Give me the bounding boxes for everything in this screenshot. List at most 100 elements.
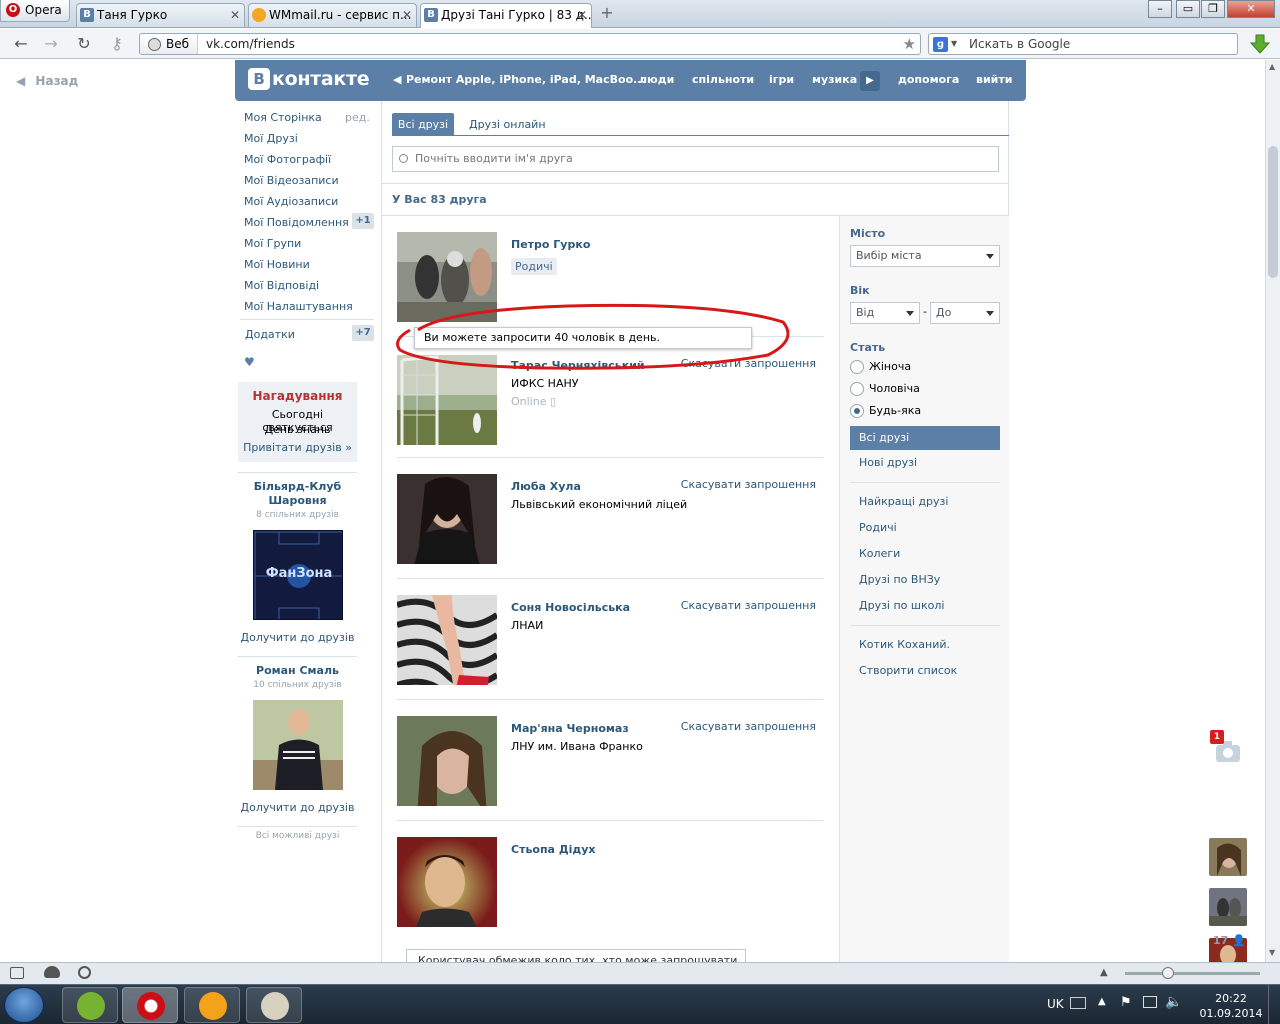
suggestion-photo[interactable]	[253, 700, 343, 790]
online-count[interactable]: 17 👤	[1213, 934, 1246, 947]
apps-badge[interactable]: +7	[352, 325, 374, 341]
network-icon[interactable]	[1143, 996, 1157, 1008]
reload-icon[interactable]: ↻	[73, 33, 95, 55]
relatives-tag[interactable]: Родичі	[511, 258, 557, 275]
tab-all-friends[interactable]: Всі друзі	[392, 113, 454, 136]
friend-name[interactable]: Мар'яна Черномаз	[511, 722, 629, 735]
cancel-request-link[interactable]: Скасувати запрошення	[681, 478, 816, 491]
list-new-friends[interactable]: Нові друзі	[859, 456, 917, 469]
left-menu-answers[interactable]: Мої Відповіді	[244, 279, 319, 292]
chat-contact-avatar[interactable]	[1209, 838, 1247, 876]
friend-photo[interactable]	[397, 474, 497, 564]
taskbar-utorrent[interactable]	[62, 987, 118, 1023]
search-engine-field[interactable]: g ▼ Искать в Google	[928, 33, 1238, 55]
url-field[interactable]: Веб vk.com/friends ★	[139, 33, 921, 55]
left-menu-videos[interactable]: Мої Відеозаписи	[244, 174, 339, 187]
taskbar-app[interactable]	[184, 987, 240, 1023]
menu-left-arrow-icon[interactable]: ◀	[393, 73, 401, 86]
scroll-down-arrow-icon[interactable]: ▼	[1269, 948, 1275, 957]
close-tab-icon[interactable]: ✕	[577, 4, 587, 26]
gender-any-radio[interactable]: Будь-яка	[850, 404, 921, 418]
friend-search-input[interactable]: Почніть вводити ім'я друга	[392, 146, 999, 172]
friend-photo[interactable]	[397, 595, 497, 685]
list-colleagues[interactable]: Колеги	[859, 547, 900, 560]
menu-communities[interactable]: спільноти	[692, 73, 754, 86]
page-scrollbar[interactable]: ▲ ▼	[1265, 60, 1280, 962]
browser-tab-2[interactable]: WMmail.ru - сервис п... ✕	[248, 3, 417, 27]
suggestion-name[interactable]: Більярд-Клуб Шаровня	[238, 480, 357, 508]
age-to-select[interactable]: До	[930, 302, 1000, 324]
key-icon[interactable]: ⚷	[106, 33, 128, 55]
left-menu-messages[interactable]: Мої Повідомлення	[244, 216, 349, 229]
zoom-slider-handle[interactable]	[1162, 967, 1174, 979]
download-arrow-icon[interactable]	[1250, 33, 1270, 55]
friend-name[interactable]: Люба Хула	[511, 480, 581, 493]
show-hidden-icons-icon[interactable]: ▲	[1098, 996, 1106, 1007]
google-icon[interactable]: g	[933, 37, 948, 52]
vk-logo[interactable]: Вконтакте	[248, 68, 370, 90]
back-arrow-icon[interactable]: ←	[10, 33, 32, 55]
suggestion-name[interactable]: Роман Смаль	[238, 664, 357, 677]
view-icon[interactable]: ▲	[1100, 967, 1108, 978]
left-menu-news[interactable]: Мої Новини	[244, 258, 310, 271]
restore-button[interactable]: ▭	[1176, 0, 1200, 18]
menu-music[interactable]: музика	[812, 73, 857, 86]
left-menu-photos[interactable]: Мої Фотографії	[244, 153, 331, 166]
scroll-up-arrow-icon[interactable]: ▲	[1269, 62, 1275, 71]
menu-promo-link[interactable]: Ремонт Apple, iPhone, iPad, MacBoo...	[406, 73, 646, 86]
minimize-button[interactable]: –	[1148, 0, 1172, 18]
list-all-friends[interactable]: Всі друзі	[850, 426, 1000, 450]
greet-friends-link[interactable]: Привітати друзів »	[238, 441, 357, 454]
friend-name[interactable]: Стьопа Дідух	[511, 843, 596, 856]
close-window-button[interactable]: ✕	[1227, 0, 1275, 18]
keyboard-icon[interactable]	[1070, 997, 1086, 1009]
new-tab-plus-icon[interactable]: +	[598, 4, 616, 22]
menu-logout[interactable]: вийти	[976, 73, 1012, 86]
taskbar-opera[interactable]	[122, 987, 178, 1023]
bookmark-star-icon[interactable]: ★	[903, 34, 916, 54]
left-menu-groups[interactable]: Мої Групи	[244, 237, 301, 250]
start-button[interactable]	[4, 987, 44, 1023]
close-tab-icon[interactable]: ✕	[230, 4, 240, 26]
zoom-slider[interactable]	[1125, 972, 1260, 975]
tab-online-friends[interactable]: Друзі онлайн	[469, 113, 546, 136]
friend-name[interactable]: Петро Гурко	[511, 238, 590, 251]
back-link[interactable]: ◀ Назад	[16, 74, 78, 88]
taskbar-paint[interactable]	[246, 987, 302, 1023]
add-to-friends-link[interactable]: Долучити до друзів	[238, 801, 357, 814]
add-to-friends-link[interactable]: Долучити до друзів	[238, 631, 357, 644]
left-menu-settings[interactable]: Мої Налаштування	[244, 300, 353, 313]
left-menu-friends[interactable]: Мої Друзі	[244, 132, 298, 145]
cloud-icon[interactable]	[44, 966, 60, 978]
gender-female-radio[interactable]: Жіноча	[850, 360, 911, 374]
menu-people[interactable]: люди	[639, 73, 674, 86]
edit-link[interactable]: ред.	[345, 111, 370, 124]
close-tab-icon[interactable]: ✕	[402, 4, 412, 26]
list-best-friends[interactable]: Найкращі друзі	[859, 495, 948, 508]
menu-more-arrow-icon[interactable]: ▶	[860, 71, 880, 91]
left-menu-my-page[interactable]: Моя Сторінка	[244, 111, 322, 124]
left-menu-apps[interactable]: Додатки	[245, 328, 295, 341]
friend-name[interactable]: Соня Новосільська	[511, 601, 630, 614]
create-list-link[interactable]: Створити список	[859, 664, 957, 677]
browser-tab-1[interactable]: В Таня Гурко ✕	[76, 3, 245, 27]
friend-photo[interactable]	[397, 837, 497, 927]
scrollbar-thumb[interactable]	[1268, 146, 1278, 278]
menu-games[interactable]: ігри	[769, 73, 794, 86]
speed-dial-icon[interactable]	[78, 966, 91, 979]
maximize-button[interactable]: ❐	[1201, 0, 1225, 18]
forward-arrow-icon[interactable]: →	[40, 33, 62, 55]
messages-badge[interactable]: +1	[352, 213, 374, 229]
list-university-friends[interactable]: Друзі по ВНЗу	[859, 573, 940, 586]
language-indicator[interactable]: UK	[1047, 997, 1064, 1011]
friend-photo[interactable]	[397, 716, 497, 806]
suggestion-photo[interactable]: ФанЗона	[253, 530, 343, 620]
list-school-friends[interactable]: Друзі по школі	[859, 599, 944, 612]
gender-male-radio[interactable]: Чоловіча	[850, 382, 920, 396]
system-clock[interactable]: 20:22 01.09.2014	[1196, 991, 1266, 1021]
all-possible-friends-link[interactable]: Всі можливі друзі	[238, 831, 357, 841]
panel-toggle-icon[interactable]	[10, 967, 24, 979]
left-menu-audios[interactable]: Мої Аудіозаписи	[244, 195, 338, 208]
age-from-select[interactable]: Від	[850, 302, 920, 324]
browser-tab-3-active[interactable]: В Друзі Тані Гурко | 83 д... ✕	[420, 3, 592, 28]
